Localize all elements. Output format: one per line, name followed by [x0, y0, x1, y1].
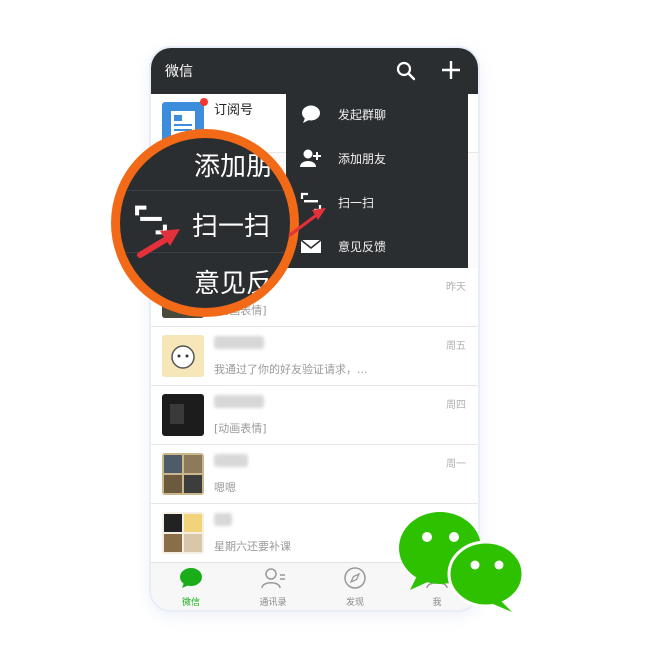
- dark-avatar: [162, 394, 204, 436]
- magnified-label: 添加朋: [194, 152, 273, 182]
- chat-row[interactable]: 嗯嗯 周一: [151, 445, 478, 504]
- magnified-add-friend: 添加朋: [120, 138, 290, 191]
- magnifier-callout: 添加朋 扫一扫 意见反: [111, 129, 299, 317]
- chat-icon: [180, 568, 202, 588]
- plus-dropdown-menu: 发起群聊 添加朋友 扫一扫 意见反馈: [286, 92, 468, 268]
- magnified-feedback: 意见反: [120, 252, 290, 308]
- tab-bar: 微信 通讯录 发现 我: [151, 562, 478, 610]
- chat-time: 昨天: [446, 282, 466, 293]
- app-title: 微信: [165, 64, 193, 80]
- plus-icon[interactable]: [440, 59, 462, 81]
- menu-item-label: 添加朋友: [338, 152, 387, 166]
- chat-time: 周四: [446, 400, 466, 411]
- mail-icon: [300, 239, 322, 253]
- blurred-name: [214, 454, 248, 467]
- tab-label: 微信: [181, 598, 200, 608]
- menu-item-feedback[interactable]: 意见反馈: [286, 224, 468, 268]
- add-friend-icon: [300, 149, 321, 167]
- chat-message: 我通过了你的好友验证请求，...: [214, 363, 368, 376]
- magnified-label: 意见反: [194, 269, 273, 299]
- chat-message: 星期六还要补课: [214, 540, 291, 553]
- tab-me[interactable]: 我: [407, 567, 467, 608]
- tab-discover[interactable]: 发现: [325, 567, 385, 608]
- menu-item-add-friend[interactable]: 添加朋友: [286, 136, 468, 180]
- tab-label: 通讯录: [259, 598, 287, 608]
- menu-item-group-chat[interactable]: 发起群聊: [286, 92, 468, 136]
- scan-icon: [135, 205, 167, 235]
- top-bar: 微信: [151, 48, 478, 94]
- menu-item-label: 扫一扫: [338, 196, 375, 210]
- chat-time: 周一: [446, 459, 466, 470]
- search-icon[interactable]: [396, 61, 416, 81]
- chat-time: 周五: [446, 341, 466, 352]
- magnified-label: 扫一扫: [192, 212, 271, 242]
- tab-contacts[interactable]: 通讯录: [243, 567, 303, 608]
- tab-label: 我: [432, 598, 442, 608]
- cartoon-avatar: [162, 335, 204, 377]
- chat-message: [动画表情]: [214, 422, 267, 435]
- collage-avatar: [162, 512, 204, 554]
- menu-item-label: 意见反馈: [338, 240, 387, 254]
- blurred-name: [214, 395, 264, 408]
- menu-item-label: 发起群聊: [338, 108, 387, 122]
- chat-row[interactable]: 星期六还要补课: [151, 504, 478, 563]
- unread-dot: [200, 98, 208, 106]
- chat-name: 订阅号: [214, 103, 254, 118]
- magnified-scan: 扫一扫: [120, 190, 290, 252]
- menu-item-scan[interactable]: 扫一扫: [286, 180, 468, 224]
- chat-message: 嗯嗯: [214, 481, 236, 494]
- compass-icon: [344, 567, 366, 589]
- chat-row[interactable]: [动画表情] 周四: [151, 386, 478, 445]
- chat-bubble-icon: [302, 105, 320, 123]
- group-avatar: [162, 453, 204, 495]
- blurred-name: [214, 513, 232, 526]
- scan-icon: [300, 192, 322, 212]
- chat-row[interactable]: 我通过了你的好友验证请求，... 周五: [151, 327, 478, 386]
- person-icon: [426, 568, 448, 589]
- tab-label: 发现: [345, 598, 364, 608]
- tab-chats[interactable]: 微信: [161, 567, 221, 608]
- blurred-name: [214, 336, 264, 349]
- contacts-icon: [261, 568, 285, 589]
